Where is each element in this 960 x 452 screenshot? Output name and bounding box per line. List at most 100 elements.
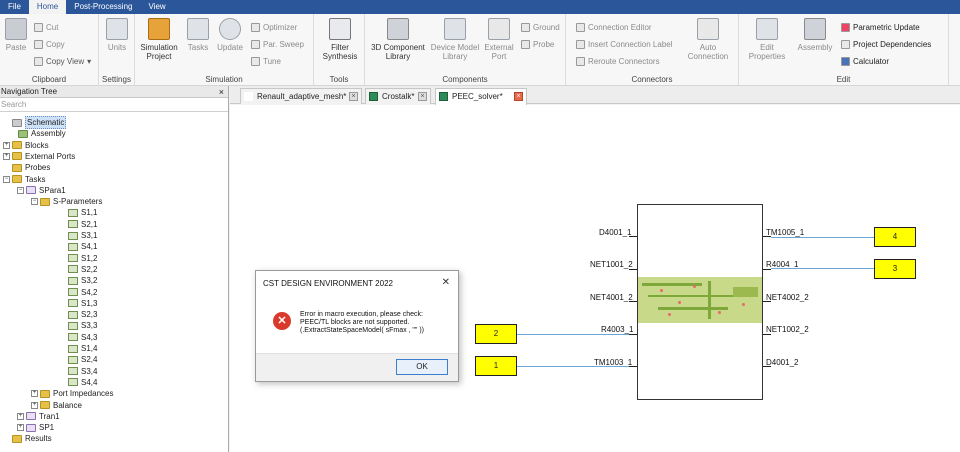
close-icon[interactable]: × xyxy=(219,86,224,98)
tree-node[interactable]: Results xyxy=(3,433,52,444)
auto-connection-button[interactable]: Auto Connection xyxy=(684,18,732,61)
copy-button[interactable]: Copy xyxy=(34,39,65,50)
device-model-library-button[interactable]: Device Model Library xyxy=(429,18,481,61)
par-sweep-button[interactable]: Par. Sweep xyxy=(251,39,304,50)
tree-node[interactable]: S4,2 xyxy=(59,287,97,298)
peec-block[interactable] xyxy=(637,204,763,400)
folder-icon xyxy=(40,197,50,206)
sparam-icon xyxy=(68,321,78,330)
filter-synthesis-button[interactable]: Filter Synthesis xyxy=(318,18,362,61)
external-port-4[interactable]: 4 xyxy=(874,227,916,247)
tree-node[interactable]: − S-Parameters xyxy=(31,196,102,207)
sparam-icon xyxy=(68,254,78,263)
tree-node[interactable]: + Balance xyxy=(31,400,82,411)
tree-node[interactable]: − Tasks xyxy=(3,174,45,185)
copy-view-button[interactable]: Copy View ▾ xyxy=(34,56,91,67)
paste-button[interactable]: Paste xyxy=(3,18,29,52)
cut-button[interactable]: Cut xyxy=(34,22,58,33)
menu-file[interactable]: File xyxy=(0,0,29,14)
expand-icon[interactable]: + xyxy=(3,152,10,160)
tree-node[interactable]: S2,2 xyxy=(59,264,97,275)
tree-search-input[interactable]: Search xyxy=(0,98,228,112)
tree-node[interactable]: S3,2 xyxy=(59,275,97,286)
expand-icon[interactable]: + xyxy=(3,141,10,149)
parametric-update-button[interactable]: Parametric Update xyxy=(841,22,920,33)
tree-node[interactable]: − SPara1 xyxy=(17,185,66,196)
expand-icon[interactable]: + xyxy=(31,390,38,398)
tree-node[interactable]: S1,1 xyxy=(59,207,97,218)
tree-node[interactable]: S3,1 xyxy=(59,230,97,241)
pin-stub xyxy=(763,334,771,335)
tree-node[interactable]: Assembly xyxy=(9,128,66,139)
reroute-connectors-button[interactable]: Reroute Connectors xyxy=(576,56,660,67)
tree-node[interactable]: S2,4 xyxy=(59,354,97,365)
expand-icon[interactable]: + xyxy=(17,424,24,432)
tree-node[interactable]: S2,1 xyxy=(59,219,97,230)
tree-node[interactable]: S4,3 xyxy=(59,332,97,343)
connection-wire[interactable] xyxy=(517,366,629,367)
ribbon-group-tools: Filter Synthesis Tools xyxy=(314,14,365,86)
tree-node[interactable]: + Tran1 xyxy=(17,411,60,422)
tree-node[interactable]: S1,3 xyxy=(59,298,97,309)
units-button[interactable]: Units xyxy=(104,18,130,52)
insert-connection-label-button[interactable]: Insert Connection Label xyxy=(576,39,673,50)
tree-node[interactable]: S3,3 xyxy=(59,320,97,331)
menu-view[interactable]: View xyxy=(140,0,173,14)
connection-wire[interactable] xyxy=(517,334,629,335)
edit-properties-button[interactable]: Edit Properties xyxy=(745,18,789,61)
folder-icon xyxy=(40,389,50,398)
project-dependencies-button[interactable]: Project Dependencies xyxy=(841,39,931,50)
connection-editor-button[interactable]: Connection Editor xyxy=(576,22,652,33)
tasks-button[interactable]: Tasks xyxy=(185,18,211,52)
tab-peec-solver[interactable]: PEEC_solver* × xyxy=(435,88,527,105)
3d-component-library-button[interactable]: 3D Component Library xyxy=(369,18,427,61)
tab-crostalk[interactable]: Crostalk* × xyxy=(365,88,431,104)
tree-node[interactable]: + Port Impedances xyxy=(31,388,113,399)
tree-node[interactable]: S3,4 xyxy=(59,366,97,377)
tree-node[interactable]: S4,1 xyxy=(59,241,97,252)
menu-home[interactable]: Home xyxy=(28,0,67,14)
collapse-icon[interactable]: − xyxy=(3,175,10,183)
pin-stub xyxy=(629,334,637,335)
connection-wire[interactable] xyxy=(771,268,875,269)
assembly-button[interactable]: Assembly xyxy=(795,18,835,52)
optimizer-button[interactable]: Optimizer xyxy=(251,22,297,33)
tab-close-icon[interactable]: × xyxy=(349,92,358,101)
tree-node[interactable]: + Blocks xyxy=(3,140,49,151)
tab-renault-adaptive-mesh[interactable]: Renault_adaptive_mesh* × xyxy=(240,88,362,104)
collapse-icon[interactable]: − xyxy=(31,198,38,206)
menu-bar: File Home Post-Processing View xyxy=(0,0,960,14)
tab-close-icon[interactable]: × xyxy=(418,92,427,101)
external-port-1[interactable]: 1 xyxy=(475,356,517,376)
tree-node[interactable]: S1,4 xyxy=(59,343,97,354)
ground-button[interactable]: Ground xyxy=(521,22,560,33)
sparam-icon xyxy=(68,367,78,376)
tree-node[interactable]: Probes xyxy=(3,162,50,173)
external-port-2[interactable]: 2 xyxy=(475,324,517,344)
tab-close-icon[interactable]: × xyxy=(514,92,523,101)
tree-node[interactable]: S1,2 xyxy=(59,253,97,264)
close-icon[interactable]: ✕ xyxy=(442,277,450,288)
tree-node[interactable]: S2,3 xyxy=(59,309,97,320)
simulation-project-button[interactable]: Simulation Project xyxy=(138,18,180,61)
tree-node[interactable]: + External Ports xyxy=(3,151,75,162)
collapse-icon[interactable]: − xyxy=(17,186,24,194)
tree-node[interactable]: S4,4 xyxy=(59,377,97,388)
menu-post-processing[interactable]: Post-Processing xyxy=(66,0,140,14)
external-port-button[interactable]: External Port xyxy=(483,18,515,61)
tree-node[interactable]: Schematic xyxy=(3,116,67,129)
tree-node[interactable]: + SP1 xyxy=(17,422,54,433)
connection-wire[interactable] xyxy=(771,237,875,238)
tune-button[interactable]: Tune xyxy=(251,56,281,67)
external-port-3[interactable]: 3 xyxy=(874,259,916,279)
expand-icon[interactable]: + xyxy=(17,412,24,420)
pin-stub xyxy=(629,269,637,270)
update-button[interactable]: Update xyxy=(215,18,245,52)
calculator-button[interactable]: Calculator xyxy=(841,56,889,67)
probe-button[interactable]: Probe xyxy=(521,39,554,50)
expand-icon[interactable]: + xyxy=(31,401,38,409)
ok-button[interactable]: OK xyxy=(396,359,448,375)
